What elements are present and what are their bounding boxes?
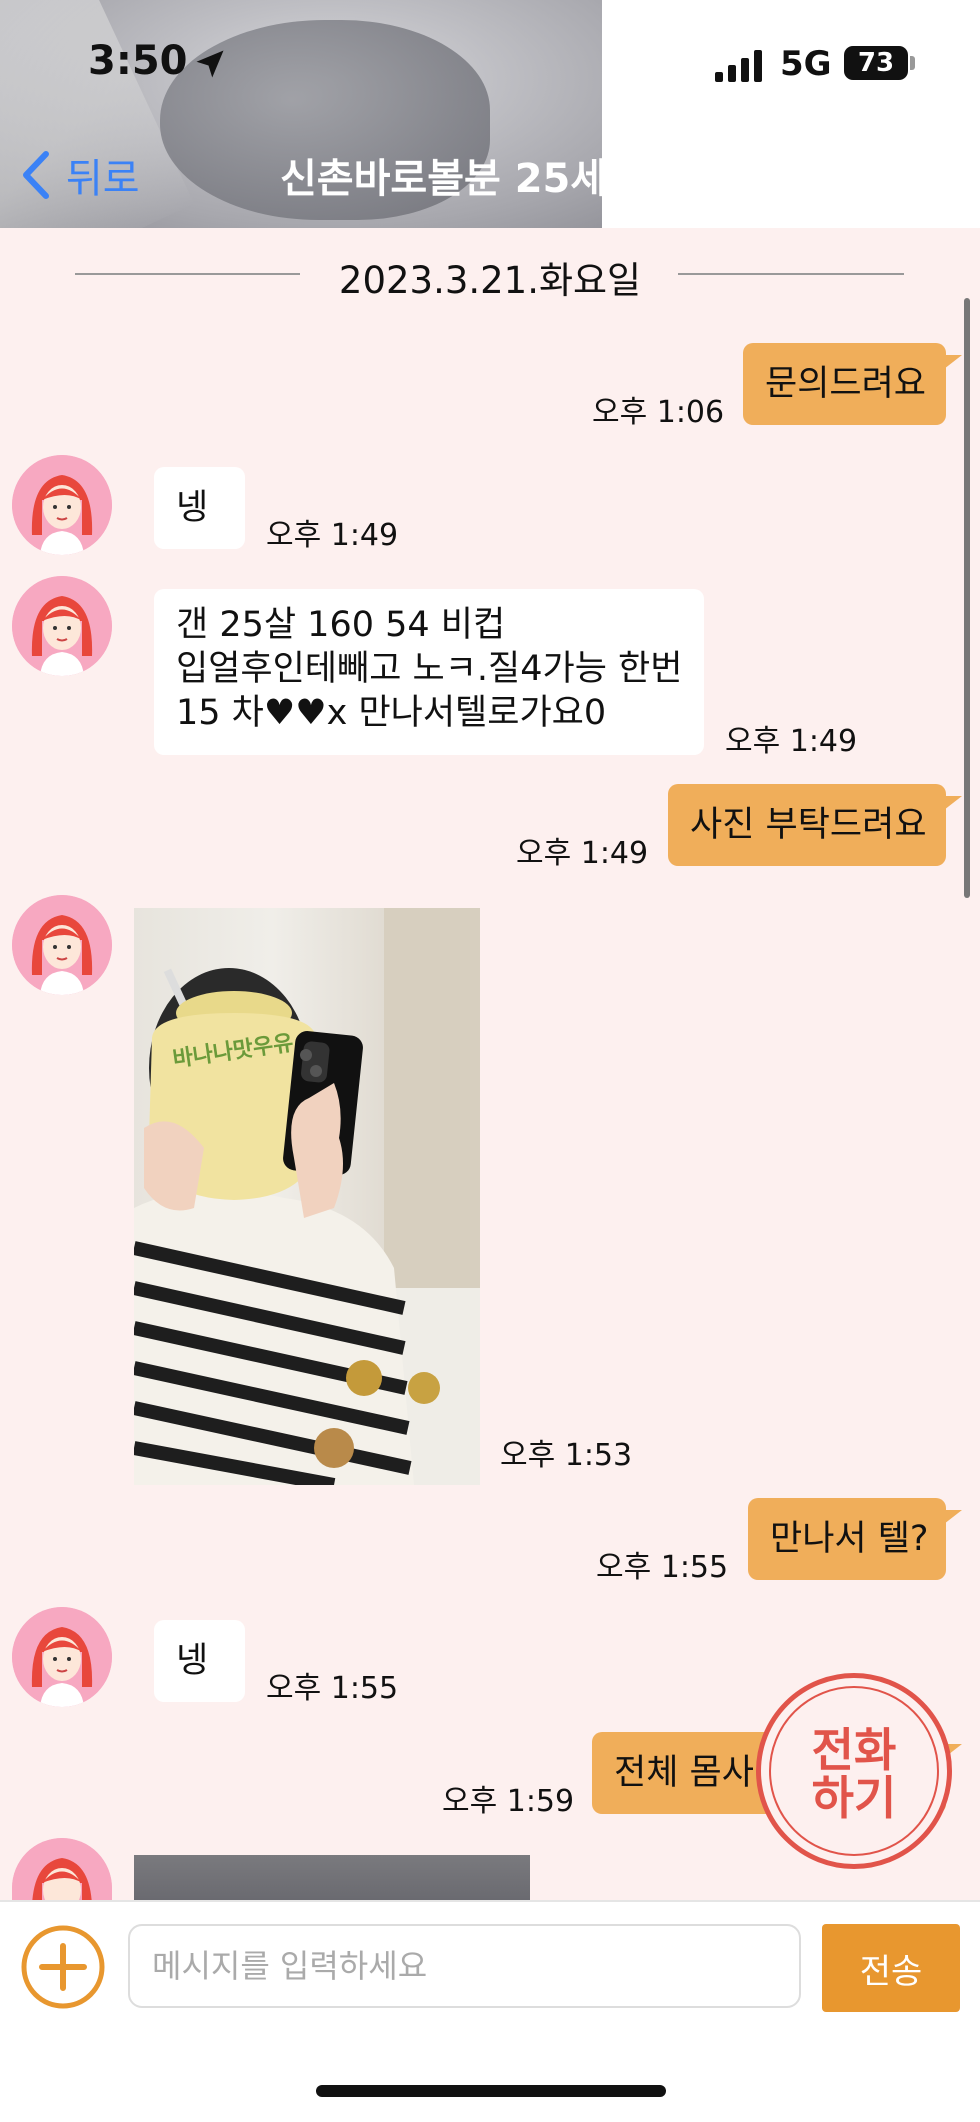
avatar[interactable] [12, 1838, 112, 1900]
avatar[interactable] [12, 895, 112, 995]
avatar[interactable] [12, 455, 112, 555]
avatar-girl-icon [12, 576, 112, 676]
message-bubble-outgoing[interactable]: 문의드려요 [743, 343, 962, 425]
plus-circle-icon[interactable] [20, 1924, 106, 2010]
message-time: 오후 1:55 [596, 1550, 729, 1585]
message-bubble-incoming[interactable]: 갠 25살 160 54 비컵 입얼후인테빼고 노ㅋ.질4가능 한번 15 차♥… [154, 589, 704, 755]
message-time: 오후 1:59 [442, 1784, 575, 1819]
back-label: 뒤로 [66, 156, 140, 202]
selfie-photo: 바나나맛우유 [134, 908, 480, 1485]
avatar-girl-icon [12, 895, 112, 995]
location-arrow-icon [196, 50, 224, 78]
avatar[interactable] [12, 576, 112, 676]
message-time: 오후 1:49 [516, 836, 649, 871]
chat-title: 신촌바로볼분 25세 [280, 156, 608, 202]
striped-sweater [134, 1190, 414, 1485]
message-time: 오후 1:49 [266, 518, 399, 553]
date-divider-line-left [75, 273, 300, 275]
date-divider-line-right [678, 273, 904, 275]
message-line: 15 차♥♥x 만나서텔로가요0 [176, 693, 607, 733]
message-input[interactable] [128, 1924, 801, 2008]
message-time: 오후 1:53 [500, 1438, 633, 1473]
photo-message[interactable]: 바나나맛우유 [134, 908, 480, 1485]
message-bubble-outgoing[interactable]: 만나서 텔? [748, 1498, 962, 1580]
avatar[interactable] [12, 1607, 112, 1707]
message-time: 오후 1:55 [266, 1671, 399, 1706]
call-button[interactable]: 전화 하기 [756, 1673, 952, 1869]
message-time: 오후 1:49 [725, 724, 858, 759]
network-type: 5G [780, 44, 832, 84]
date-divider: 2023.3.21.화요일 [338, 259, 642, 302]
message-bubble-outgoing[interactable]: 사진 부탁드려요 [668, 784, 962, 866]
avatar-girl-icon [12, 455, 112, 555]
avatar-girl-icon [12, 1838, 112, 1900]
message-time: 오후 1:06 [592, 395, 725, 430]
signal-icon [715, 50, 762, 82]
send-button[interactable]: 전송 [822, 1924, 960, 2012]
message-bubble-incoming[interactable]: 넹 [154, 1620, 245, 1702]
home-indicator [316, 2085, 666, 2097]
back-button[interactable]: 뒤로 [18, 150, 140, 202]
status-time: 3:50 [88, 38, 188, 84]
chevron-left-icon [23, 151, 49, 199]
message-line: 갠 25살 160 54 비컵 [176, 605, 506, 645]
call-button-label: 전화 하기 [811, 1723, 897, 1825]
avatar-girl-icon [12, 1607, 112, 1707]
message-line: 입얼후인테빼고 노ㅋ.질4가능 한번 [176, 649, 683, 689]
message-bubble-incoming[interactable]: 넹 [154, 467, 245, 549]
scrollbar[interactable] [964, 298, 970, 898]
battery-icon: 73 [844, 46, 908, 80]
battery-tip [910, 56, 915, 70]
photo-message-partial[interactable] [134, 1855, 530, 1900]
